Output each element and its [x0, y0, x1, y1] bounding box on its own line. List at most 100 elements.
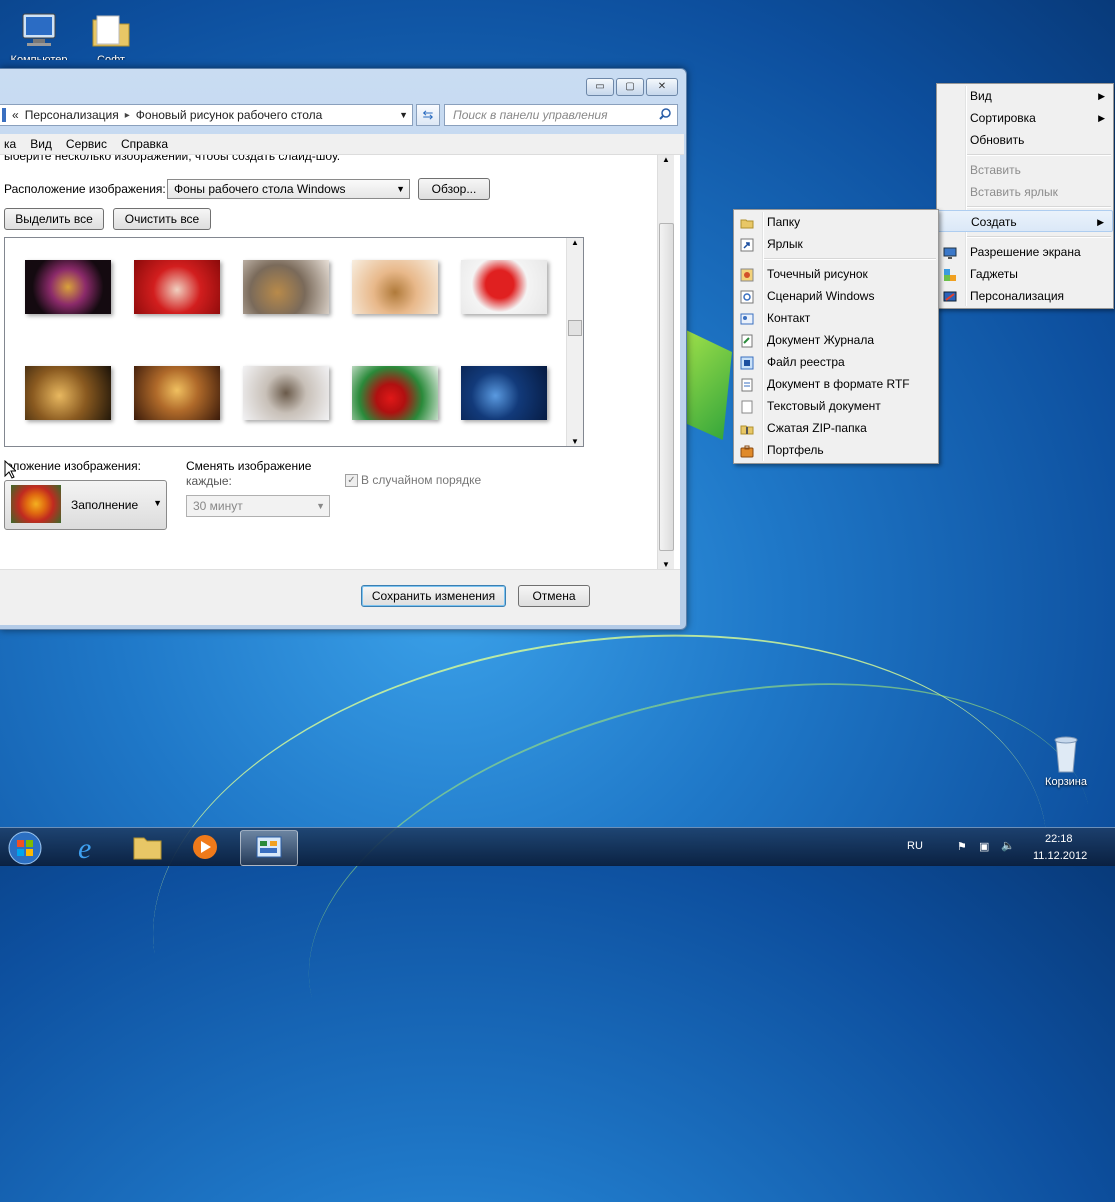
- taskbar-explorer[interactable]: [122, 830, 174, 864]
- menu-separator: [967, 154, 1111, 156]
- desktop-icon-recycle-bin[interactable]: Корзина: [1031, 730, 1101, 788]
- menu-item-tools[interactable]: Сервис: [66, 137, 107, 151]
- interval-select-value: 30 минут: [193, 499, 243, 513]
- clock-time[interactable]: 22:18: [1045, 833, 1073, 845]
- wallpaper-thumbnail[interactable]: [243, 366, 329, 420]
- create-folder[interactable]: Папку: [734, 211, 938, 233]
- menu-item-paste-shortcut[interactable]: Вставить ярлык: [937, 181, 1113, 203]
- breadcrumb-personalization[interactable]: Персонализация: [25, 108, 119, 122]
- wallpaper-thumbnail[interactable]: [352, 260, 438, 314]
- screen-resolution-icon: [943, 245, 957, 259]
- location-select[interactable]: Фоны рабочего стола Windows ▼: [167, 179, 410, 199]
- recycle-bin-icon: [1044, 730, 1088, 774]
- windows-logo-icon: [8, 831, 42, 865]
- journal-icon: [740, 333, 754, 348]
- zip-folder-icon: [740, 421, 754, 435]
- menu-item-paste[interactable]: Вставить: [937, 159, 1113, 181]
- create-contact[interactable]: Контакт: [734, 307, 938, 329]
- language-indicator[interactable]: RU: [907, 840, 923, 852]
- desktop-icon-soft[interactable]: Софт: [76, 8, 146, 60]
- breadcrumb-desktop-background[interactable]: Фоновый рисунок рабочего стола: [136, 108, 323, 122]
- refresh-icon[interactable]: ⇆: [416, 104, 440, 126]
- content-scrollbar[interactable]: ▲ ▼: [657, 155, 674, 569]
- mouse-cursor-icon: [4, 459, 18, 483]
- rtf-document-icon: [740, 377, 754, 392]
- create-bitmap[interactable]: Точечный рисунок: [734, 263, 938, 285]
- clear-all-button[interactable]: Очистить все: [113, 208, 211, 230]
- wallpaper-thumbnail[interactable]: [243, 260, 329, 314]
- search-icon[interactable]: [659, 107, 677, 123]
- browse-button[interactable]: Обзор...: [418, 178, 490, 200]
- content-scroll-thumb[interactable]: [659, 223, 674, 551]
- create-text-document[interactable]: Текстовый документ: [734, 395, 938, 417]
- gallery-scrollbar[interactable]: ▲ ▼: [566, 238, 583, 446]
- breadcrumb-arrow-icon[interactable]: ▸: [125, 110, 130, 121]
- menu-item-label: Сжатая ZIP-папка: [767, 421, 867, 435]
- menu-item-label: Файл реестра: [767, 355, 845, 369]
- maximize-button[interactable]: ▢: [616, 78, 644, 96]
- gallery-scroll-thumb[interactable]: [568, 320, 582, 336]
- shortcut-icon: [740, 237, 754, 252]
- start-button[interactable]: [6, 830, 56, 865]
- create-registry-file[interactable]: Файл реестра: [734, 351, 938, 373]
- close-button[interactable]: ✕: [646, 78, 678, 96]
- wallpaper-thumbnail[interactable]: [25, 260, 111, 314]
- menu-item-screen-resolution[interactable]: Разрешение экрана: [937, 241, 1113, 263]
- create-zip-folder[interactable]: Сжатая ZIP-папка: [734, 417, 938, 439]
- checkbox-checked-icon: ✓: [345, 473, 358, 487]
- briefcase-icon: [740, 443, 754, 458]
- wallpaper-thumbnail[interactable]: [134, 260, 220, 314]
- create-windows-script[interactable]: Сценарий Windows: [734, 285, 938, 307]
- save-changes-button[interactable]: Сохранить изменения: [361, 585, 506, 607]
- search-input[interactable]: Поиск в панели управления: [444, 104, 678, 126]
- minimize-button[interactable]: ▭: [586, 78, 614, 96]
- menu-item-personalization[interactable]: Персонализация: [937, 285, 1113, 307]
- interval-select[interactable]: 30 минут ▼: [186, 495, 330, 517]
- clock-date[interactable]: 11.12.2012: [1033, 850, 1087, 862]
- menu-item-new[interactable]: Создать ▶: [937, 210, 1113, 232]
- menu-item-label: Сортировка: [970, 111, 1036, 125]
- control-panel-icon: [256, 836, 282, 858]
- search-placeholder: Поиск в панели управления: [453, 108, 608, 122]
- position-select[interactable]: Заполнение ▼: [4, 480, 167, 530]
- menu-item-file[interactable]: ка: [4, 137, 16, 151]
- taskbar-internet-explorer[interactable]: e: [64, 830, 116, 865]
- wallpaper-thumbnail[interactable]: [352, 366, 438, 420]
- menu-item-label: Вставить: [970, 163, 1021, 177]
- cancel-button[interactable]: Отмена: [518, 585, 590, 607]
- scroll-up-icon[interactable]: ▲: [658, 155, 674, 164]
- scroll-up-icon[interactable]: ▲: [567, 238, 583, 247]
- breadcrumb-overflow[interactable]: «: [12, 108, 19, 122]
- create-journal-document[interactable]: Документ Журнала: [734, 329, 938, 351]
- menu-item-gadgets[interactable]: Гаджеты: [937, 263, 1113, 285]
- scroll-down-icon[interactable]: ▼: [567, 437, 583, 446]
- menu-item-label: Персонализация: [970, 289, 1065, 303]
- wallpaper-thumbnail[interactable]: [461, 366, 547, 420]
- action-center-flag-icon[interactable]: ⚑: [957, 840, 967, 853]
- shuffle-checkbox[interactable]: ✓ В случайном порядке: [345, 473, 481, 487]
- menu-item-help[interactable]: Справка: [121, 137, 168, 151]
- volume-icon[interactable]: 🔈: [1001, 839, 1015, 852]
- taskbar-control-panel[interactable]: [240, 830, 298, 866]
- address-bar[interactable]: « Персонализация ▸ Фоновый рисунок рабоч…: [0, 104, 413, 126]
- menu-item-label: Создать: [971, 215, 1017, 229]
- create-rtf-document[interactable]: Документ в формате RTF: [734, 373, 938, 395]
- menu-item-label: Точечный рисунок: [767, 267, 868, 281]
- select-all-button[interactable]: Выделить все: [4, 208, 104, 230]
- taskbar-media-player[interactable]: [180, 830, 232, 864]
- address-dropdown-icon[interactable]: ▼: [399, 110, 408, 120]
- menu-item-sort[interactable]: Сортировка ▶: [937, 107, 1113, 129]
- desktop-icon-computer[interactable]: Компьютер: [4, 8, 74, 60]
- menu-item-refresh[interactable]: Обновить: [937, 129, 1113, 151]
- menu-item-view[interactable]: Вид ▶: [937, 85, 1113, 107]
- create-shortcut[interactable]: Ярлык: [734, 233, 938, 255]
- wallpaper-thumbnail[interactable]: [461, 260, 547, 314]
- scroll-down-icon[interactable]: ▼: [658, 560, 674, 569]
- wallpaper-thumbnail[interactable]: [25, 366, 111, 420]
- personalization-window: ▭ ▢ ✕ « Персонализация ▸ Фоновый рисунок…: [0, 68, 687, 630]
- network-icon[interactable]: ▣: [979, 840, 989, 853]
- menu-item-view[interactable]: Вид: [30, 137, 52, 151]
- control-panel-icon: [2, 108, 6, 122]
- create-briefcase[interactable]: Портфель: [734, 439, 938, 461]
- wallpaper-thumbnail[interactable]: [134, 366, 220, 420]
